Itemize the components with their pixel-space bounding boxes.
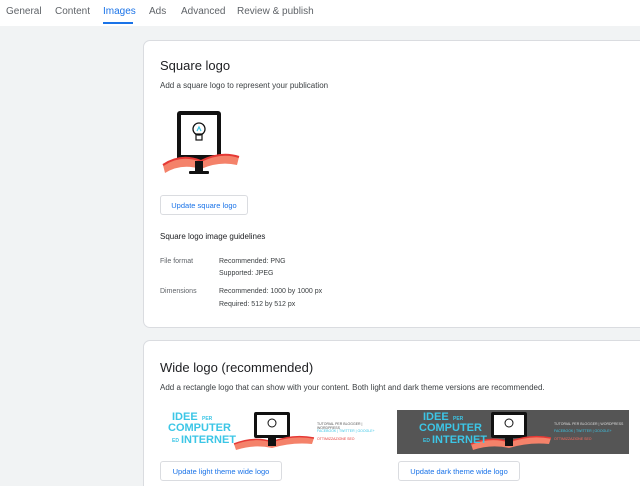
light-logo-word-internet: INTERNET	[181, 434, 236, 446]
dimensions-label: Dimensions	[160, 288, 197, 295]
tab-content[interactable]: Content	[55, 6, 90, 17]
tab-review-publish[interactable]: Review & publish	[237, 6, 314, 17]
light-logo-word-computer: COMPUTER	[168, 422, 231, 434]
tabs-bar: General Content Images Ads Advanced Revi…	[0, 0, 640, 26]
tab-images[interactable]: Images	[103, 6, 136, 17]
dark-logo-word-ed: ED	[423, 438, 430, 444]
file-format-supported: Supported: JPEG	[219, 270, 274, 277]
wide-logo-title: Wide logo (recommended)	[160, 360, 314, 375]
update-dark-wide-logo-button[interactable]: Update dark theme wide logo	[398, 461, 520, 481]
tab-advanced[interactable]: Advanced	[181, 6, 225, 17]
wide-logo-description: Add a rectangle logo that can show with …	[160, 383, 545, 392]
dimensions-recommended: Recommended: 1000 by 1000 px	[219, 288, 323, 295]
wide-logo-card: Wide logo (recommended) Add a rectangle …	[143, 340, 640, 486]
update-square-logo-button[interactable]: Update square logo	[160, 195, 248, 215]
light-logo-word-ed: ED	[172, 438, 179, 444]
square-logo-description: Add a square logo to represent your publ…	[160, 81, 329, 90]
dark-logo-tagline-1: TUTORIAL PER BLOGGER | WORDPRESS	[554, 422, 624, 426]
tab-general[interactable]: General	[6, 6, 42, 17]
file-format-recommended: Recommended: PNG	[219, 258, 286, 265]
update-light-wide-logo-button[interactable]: Update light theme wide logo	[160, 461, 282, 481]
square-guidelines-title: Square logo image guidelines	[160, 232, 266, 241]
square-logo-image[interactable]	[161, 105, 241, 185]
active-tab-indicator	[103, 22, 133, 24]
light-logo-tagline-2: FACEBOOK | TWITTER | GOOGLE+	[317, 429, 375, 433]
square-logo-card: Square logo Add a square logo to represe…	[143, 40, 640, 328]
file-format-label: File format	[160, 258, 194, 265]
dark-wide-logo-image[interactable]: IDEE PER COMPUTER ED INTERNET TUTORIAL P…	[397, 410, 629, 454]
tab-ads[interactable]: Ads	[149, 6, 166, 17]
square-logo-title: Square logo	[160, 58, 231, 73]
dark-logo-tagline-2: FACEBOOK | TWITTER | GOOGLE+	[554, 429, 612, 433]
dimensions-required: Required: 512 by 512 px	[219, 301, 296, 308]
dark-logo-tagline-3: OTTIMIZZAZIONE SEO	[554, 437, 592, 441]
dark-logo-word-internet: INTERNET	[432, 434, 487, 446]
light-logo-tagline-3: OTTIMIZZAZIONE SEO	[317, 437, 355, 441]
light-wide-logo-image[interactable]: IDEE PER COMPUTER ED INTERNET TUTORIAL P…	[164, 410, 384, 454]
dark-logo-word-computer: COMPUTER	[419, 422, 482, 434]
